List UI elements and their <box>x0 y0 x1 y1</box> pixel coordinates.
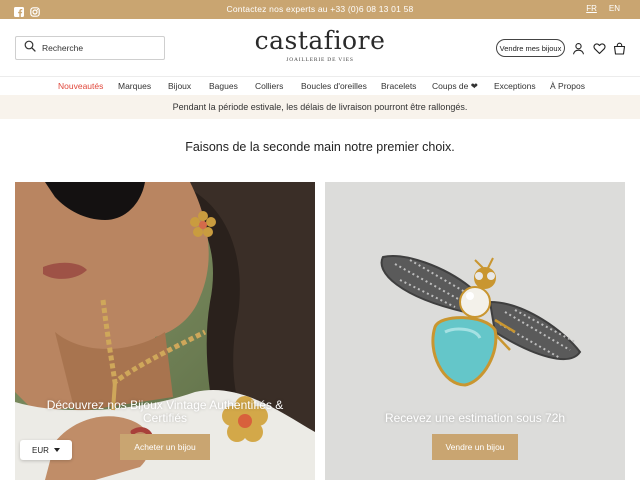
nav-item-boucles-oreilles[interactable]: Boucles d'oreilles <box>301 81 367 91</box>
currency-label: EUR <box>32 445 49 455</box>
site-logo[interactable]: castafiore JOAILLERIE DE VIES <box>240 26 400 63</box>
language-switcher: FR EN <box>586 4 620 13</box>
sell-card-title: Recevez une estimation sous 72h <box>384 411 566 425</box>
nav-item-colliers[interactable]: Colliers <box>255 81 283 91</box>
nav-item-a-propos[interactable]: À Propos <box>550 81 585 91</box>
sell-jewelry-card-button[interactable]: Vendre un bijou <box>432 434 518 460</box>
search-placeholder: Recherche <box>42 43 84 53</box>
cart-icon[interactable] <box>613 42 626 55</box>
shipping-notice-banner: Pendant la période estivale, les délais … <box>0 95 640 119</box>
nav-item-marques[interactable]: Marques <box>118 81 151 91</box>
nav-item-bracelets[interactable]: Bracelets <box>381 81 416 91</box>
nav-item-bagues[interactable]: Bagues <box>209 81 238 91</box>
buy-jewelry-card[interactable]: Découvrez nos Bijoux Vintage Authentifié… <box>15 182 315 480</box>
currency-selector[interactable]: EUR <box>20 440 72 460</box>
search-icon <box>24 39 36 57</box>
chevron-down-icon <box>53 448 60 452</box>
language-en[interactable]: EN <box>609 4 620 13</box>
language-fr[interactable]: FR <box>586 4 597 13</box>
account-icon[interactable] <box>572 42 585 55</box>
nav-item-coups-de-coeur[interactable]: Coups de ❤ <box>432 81 478 92</box>
page-tagline: Faisons de la seconde main notre premier… <box>185 140 455 154</box>
nav-item-bijoux[interactable]: Bijoux <box>168 81 191 91</box>
logo-tagline: JOAILLERIE DE VIES <box>286 57 354 63</box>
announcement-bar: Contactez nos experts au +33 (0)6 08 13 … <box>0 0 640 19</box>
sell-jewelry-button[interactable]: Vendre mes bijoux <box>496 39 565 57</box>
buy-card-title: Découvrez nos Bijoux Vintage Authentifié… <box>46 398 284 425</box>
logo-name: castafiore <box>254 26 386 55</box>
contact-text[interactable]: Contactez nos experts au +33 (0)6 08 13 … <box>0 4 640 14</box>
wishlist-heart-icon[interactable] <box>593 42 606 55</box>
nav-item-nouveautes[interactable]: Nouveautés <box>58 81 103 91</box>
buy-jewelry-button[interactable]: Acheter un bijou <box>120 434 210 460</box>
main-navigation: Nouveautés Marques Bijoux Bagues Collier… <box>0 76 640 95</box>
sell-jewelry-card[interactable]: Recevez une estimation sous 72h Vendre u… <box>325 182 625 480</box>
search-input[interactable]: Recherche <box>15 36 165 60</box>
nav-item-exceptions[interactable]: Exceptions <box>494 81 536 91</box>
